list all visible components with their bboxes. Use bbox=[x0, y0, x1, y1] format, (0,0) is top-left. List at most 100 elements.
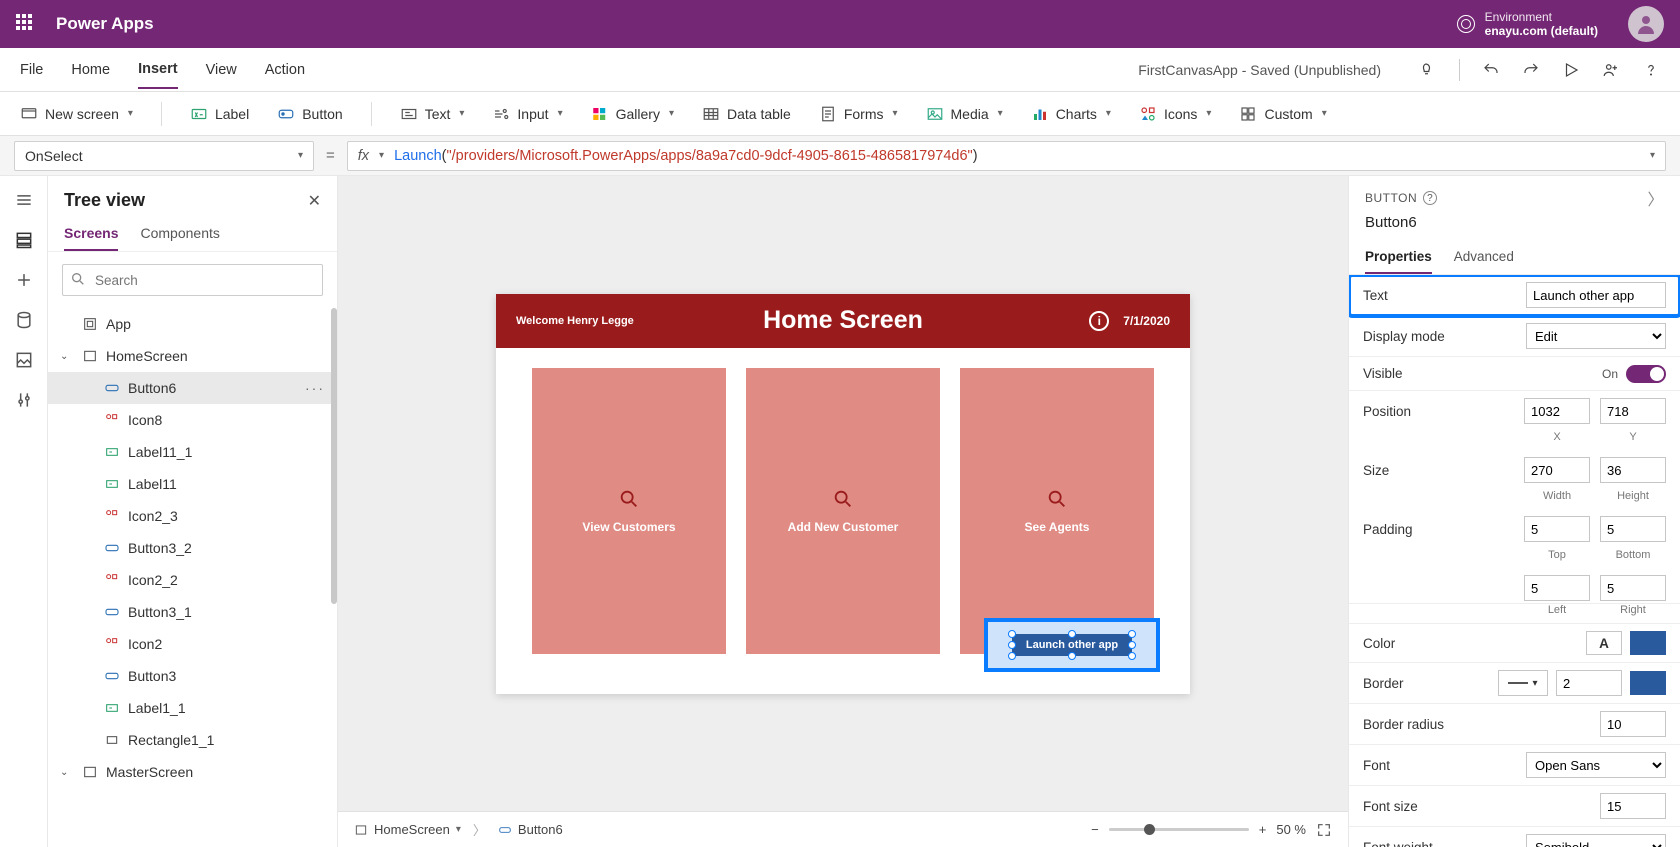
tools-icon[interactable] bbox=[14, 390, 34, 410]
media-pane-icon[interactable] bbox=[14, 350, 34, 370]
canvas[interactable]: Welcome Henry Legge Home Screen i 7/1/20… bbox=[338, 176, 1348, 811]
close-tree-icon[interactable]: ✕ bbox=[308, 191, 321, 211]
equals-label: = bbox=[326, 147, 335, 164]
waffle-icon[interactable] bbox=[16, 14, 36, 34]
tree-view-icon[interactable] bbox=[14, 230, 34, 250]
tree-item-label11-1[interactable]: Label11_1 bbox=[48, 436, 337, 468]
x-sublabel: X bbox=[1524, 431, 1590, 443]
tree-item-button3[interactable]: Button3 bbox=[48, 660, 337, 692]
tab-screens[interactable]: Screens bbox=[64, 225, 118, 251]
tree-item-icon2-3[interactable]: Icon2_3 bbox=[48, 500, 337, 532]
tree-masterscreen[interactable]: ⌄ MasterScreen bbox=[48, 756, 337, 788]
tree-search-input[interactable] bbox=[62, 264, 323, 296]
prop-h-input[interactable] bbox=[1600, 457, 1666, 483]
new-screen-label: New screen bbox=[45, 106, 119, 122]
icons-dropdown[interactable]: Icons▾ bbox=[1139, 105, 1212, 123]
menu-view[interactable]: View bbox=[206, 52, 237, 88]
prop-pb-input[interactable] bbox=[1600, 516, 1666, 542]
card-see-agents[interactable]: See Agents bbox=[960, 368, 1154, 654]
tree-title: Tree view bbox=[64, 190, 145, 211]
menu-insert[interactable]: Insert bbox=[138, 51, 178, 89]
card-label: See Agents bbox=[1025, 520, 1090, 534]
card-add-customer[interactable]: Add New Customer bbox=[746, 368, 940, 654]
prop-pt-input[interactable] bbox=[1524, 516, 1590, 542]
card-view-customers[interactable]: View Customers bbox=[532, 368, 726, 654]
zoom-out-icon[interactable]: − bbox=[1091, 822, 1099, 837]
help-badge-icon[interactable]: ? bbox=[1423, 191, 1437, 205]
menu-file[interactable]: File bbox=[20, 52, 43, 88]
text-dropdown[interactable]: Text▾ bbox=[400, 105, 465, 123]
share-icon[interactable] bbox=[1602, 61, 1620, 79]
prop-fontsize-input[interactable] bbox=[1600, 793, 1666, 819]
custom-label: Custom bbox=[1264, 106, 1312, 122]
height-sublabel: Height bbox=[1600, 490, 1666, 502]
input-dropdown[interactable]: Input▾ bbox=[492, 105, 562, 123]
tree-item-icon8[interactable]: Icon8 bbox=[48, 404, 337, 436]
redo-icon[interactable] bbox=[1522, 61, 1540, 79]
prop-font-select[interactable]: Open Sans bbox=[1526, 752, 1666, 778]
zoom-slider[interactable] bbox=[1109, 828, 1249, 831]
prop-weight-select[interactable]: Semibold bbox=[1526, 834, 1666, 847]
fit-to-screen-icon[interactable] bbox=[1316, 822, 1332, 838]
launch-other-app-button[interactable]: Launch other app bbox=[1012, 634, 1132, 656]
tree-item-label11[interactable]: Label11 bbox=[48, 468, 337, 500]
gallery-dropdown[interactable]: Gallery▾ bbox=[591, 105, 674, 123]
charts-dropdown[interactable]: Charts▾ bbox=[1031, 105, 1111, 123]
prop-pl-input[interactable] bbox=[1524, 575, 1590, 601]
insert-pane-icon[interactable] bbox=[14, 270, 34, 290]
new-screen-button[interactable]: New screen▾ bbox=[20, 105, 133, 123]
help-icon[interactable] bbox=[1642, 61, 1660, 79]
expand-panel-icon[interactable]: 〉 bbox=[1647, 186, 1664, 210]
tree-homescreen[interactable]: ⌄ HomeScreen bbox=[48, 340, 337, 372]
tree-item-label1-1[interactable]: Label1_1 bbox=[48, 692, 337, 724]
forms-dropdown[interactable]: Forms▾ bbox=[819, 105, 898, 123]
zoom-in-icon[interactable]: + bbox=[1259, 822, 1267, 837]
tree-item-rectangle1-1[interactable]: Rectangle1_1 bbox=[48, 724, 337, 756]
font-color-swatch[interactable]: A bbox=[1586, 631, 1622, 655]
border-color-swatch[interactable] bbox=[1630, 671, 1666, 695]
fill-color-swatch[interactable] bbox=[1630, 631, 1666, 655]
tree-app[interactable]: App bbox=[48, 308, 337, 340]
prop-pr-input[interactable] bbox=[1600, 575, 1666, 601]
tree-item-icon2[interactable]: Icon2 bbox=[48, 628, 337, 660]
y-sublabel: Y bbox=[1600, 431, 1666, 443]
undo-icon[interactable] bbox=[1482, 61, 1500, 79]
user-avatar[interactable] bbox=[1628, 6, 1664, 42]
app-frame: Welcome Henry Legge Home Screen i 7/1/20… bbox=[496, 294, 1190, 694]
label-button[interactable]: Label bbox=[190, 105, 249, 123]
breadcrumb-screen[interactable]: HomeScreen▾ bbox=[354, 822, 461, 837]
prop-text-input[interactable] bbox=[1526, 282, 1666, 308]
media-dropdown[interactable]: Media▾ bbox=[926, 105, 1003, 123]
property-selector[interactable]: OnSelect ▾ bbox=[14, 141, 314, 171]
prop-y-input[interactable] bbox=[1600, 398, 1666, 424]
tree-item-button3-1[interactable]: Button3_1 bbox=[48, 596, 337, 628]
prop-x-input[interactable] bbox=[1524, 398, 1590, 424]
tree-item-button3-2[interactable]: Button3_2 bbox=[48, 532, 337, 564]
tree-item-label: Label11 bbox=[128, 476, 177, 492]
prop-w-input[interactable] bbox=[1524, 457, 1590, 483]
breadcrumb-control[interactable]: Button6 bbox=[498, 822, 563, 837]
formula-input[interactable]: fx▾ Launch("/providers/Microsoft.PowerAp… bbox=[347, 141, 1666, 171]
play-icon[interactable] bbox=[1562, 61, 1580, 79]
prop-radius-input[interactable] bbox=[1600, 711, 1666, 737]
prop-border-width[interactable] bbox=[1556, 670, 1622, 696]
tab-properties[interactable]: Properties bbox=[1365, 241, 1432, 274]
tab-advanced[interactable]: Advanced bbox=[1454, 241, 1514, 274]
more-icon[interactable]: ··· bbox=[305, 380, 325, 396]
prop-display-select[interactable]: Edit bbox=[1526, 323, 1666, 349]
data-icon[interactable] bbox=[14, 310, 34, 330]
data-table-button[interactable]: Data table bbox=[702, 105, 791, 123]
hamburger-icon[interactable] bbox=[14, 190, 34, 210]
menu-action[interactable]: Action bbox=[265, 52, 305, 88]
custom-dropdown[interactable]: Custom▾ bbox=[1239, 105, 1326, 123]
tree-item-icon2-2[interactable]: Icon2_2 bbox=[48, 564, 337, 596]
prop-color-label: Color bbox=[1363, 636, 1578, 651]
border-style-select[interactable]: ▾ bbox=[1498, 670, 1548, 696]
tab-components[interactable]: Components bbox=[140, 225, 219, 251]
visible-toggle[interactable] bbox=[1626, 365, 1666, 383]
button-button[interactable]: Button bbox=[277, 105, 342, 123]
tree-item-button6[interactable]: Button6 ··· bbox=[48, 372, 337, 404]
app-checker-icon[interactable] bbox=[1419, 61, 1437, 79]
menu-home[interactable]: Home bbox=[71, 52, 110, 88]
environment-picker[interactable]: Environment enayu.com (default) bbox=[1457, 10, 1598, 38]
